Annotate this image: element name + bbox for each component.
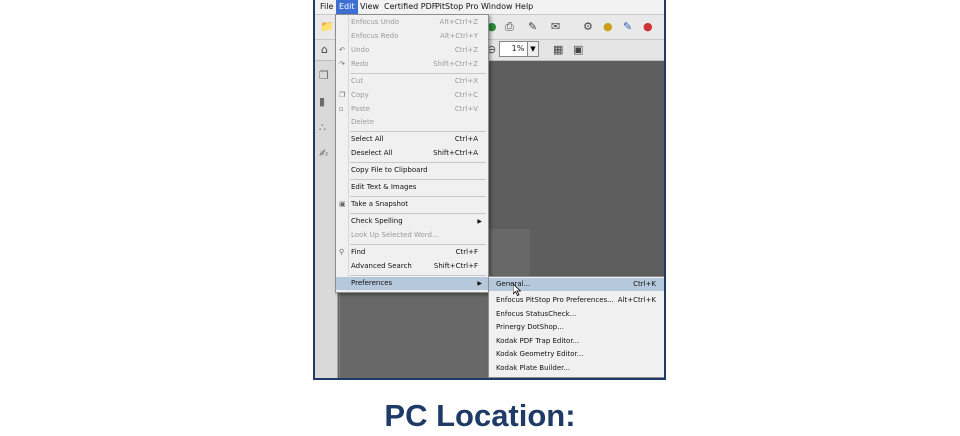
menu-bar: File Edit View Certified PDF PitStop Pro…: [315, 0, 664, 15]
menu-item-find[interactable]: ⚲ Find Ctrl+F: [336, 246, 488, 259]
fit-width-icon[interactable]: ▣: [573, 43, 583, 57]
menu-item-statuscheck[interactable]: Enfocus StatusCheck...: [489, 308, 664, 321]
email-icon[interactable]: ✉: [551, 20, 560, 34]
separator: [350, 162, 486, 163]
menu-item-check-spelling[interactable]: Check Spelling ▶: [336, 215, 488, 228]
menu-item-preferences[interactable]: Preferences ▶: [336, 277, 488, 290]
open-folder-icon[interactable]: 📁: [320, 20, 334, 34]
edit-icon[interactable]: ✎: [528, 20, 537, 34]
bookmark-icon[interactable]: ▮: [319, 95, 325, 108]
menu-item-redo[interactable]: ↷ Redo Shift+Ctrl+Z: [336, 58, 488, 71]
menu-item-edit-text-images[interactable]: Edit Text & Images: [336, 181, 488, 194]
separator: [350, 244, 486, 245]
zoom-dropdown-icon[interactable]: ▼: [527, 41, 539, 57]
menu-item-enfocus-undo[interactable]: Enfocus Undo Alt+Ctrl+Z: [336, 16, 488, 29]
signature-icon[interactable]: ✍: [319, 147, 328, 160]
app-window: File Edit View Certified PDF PitStop Pro…: [313, 0, 666, 380]
camera-icon: ▣: [339, 200, 346, 208]
page-caption: PC Location:: [384, 398, 576, 433]
menu-item-copy[interactable]: ❐ Copy Ctrl+C: [336, 89, 488, 102]
separator: [350, 73, 486, 74]
menu-item-look-up-word[interactable]: Look Up Selected Word...: [336, 229, 488, 242]
menu-item-take-snapshot[interactable]: ▣ Take a Snapshot: [336, 198, 488, 211]
sign-icon[interactable]: ✎: [623, 20, 632, 34]
menu-item-copy-file-to-clipboard[interactable]: Copy File to Clipboard: [336, 164, 488, 177]
paste-icon: ▫: [339, 105, 344, 113]
security-icon[interactable]: ●: [643, 20, 653, 34]
separator: [350, 131, 486, 132]
menu-item-enfocus-redo[interactable]: Enfocus Redo Alt+Ctrl+Y: [336, 30, 488, 43]
submenu-arrow-icon: ▶: [477, 218, 482, 225]
menu-item-undo[interactable]: ↶ Undo Ctrl+Z: [336, 44, 488, 57]
menu-edit[interactable]: Edit: [336, 0, 358, 14]
comment-icon[interactable]: ●: [603, 20, 613, 34]
submenu-arrow-icon: ▶: [477, 280, 482, 287]
separator: [350, 179, 486, 180]
separator: [350, 275, 486, 276]
menu-item-kodak-trap-editor[interactable]: Kodak PDF Trap Editor...: [489, 335, 664, 348]
attachment-icon[interactable]: ∴: [319, 121, 326, 134]
pages-icon[interactable]: ❐: [319, 69, 329, 82]
menu-item-advanced-search[interactable]: Advanced Search Shift+Ctrl+F: [336, 260, 488, 273]
menu-item-cut[interactable]: Cut Ctrl+X: [336, 75, 488, 88]
menu-item-kodak-plate-builder[interactable]: Kodak Plate Builder...: [489, 362, 664, 375]
menu-window[interactable]: Window: [478, 0, 516, 14]
undo-icon: ↶: [339, 46, 345, 54]
menu-help[interactable]: Help: [512, 0, 536, 14]
menu-view[interactable]: View: [357, 0, 382, 14]
fit-page-icon[interactable]: ▦: [553, 43, 563, 57]
menu-item-delete[interactable]: Delete: [336, 116, 488, 129]
print-icon[interactable]: ⎙: [505, 20, 514, 34]
menu-file[interactable]: File: [317, 0, 336, 14]
menu-item-select-all[interactable]: Select All Ctrl+A: [336, 133, 488, 146]
menu-certified-pdf[interactable]: Certified PDF: [381, 0, 439, 14]
menu-item-paste[interactable]: ▫ Paste Ctrl+V: [336, 103, 488, 116]
gear-icon[interactable]: ⚙: [583, 20, 593, 34]
menu-item-kodak-geometry-editor[interactable]: Kodak Geometry Editor...: [489, 348, 664, 361]
separator: [350, 196, 486, 197]
menu-item-deselect-all[interactable]: Deselect All Shift+Ctrl+A: [336, 147, 488, 160]
home-icon[interactable]: ⌂: [321, 43, 328, 57]
separator: [350, 213, 486, 214]
edit-menu: Enfocus Undo Alt+Ctrl+Z Enfocus Redo Alt+C…: [335, 14, 489, 293]
mouse-cursor-icon: [513, 284, 521, 296]
search-icon: ⚲: [339, 248, 345, 256]
copy-icon: ❐: [339, 91, 346, 99]
menu-item-prinergy-dotshop[interactable]: Prinergy DotShop...: [489, 321, 664, 334]
redo-icon: ↷: [339, 60, 345, 68]
menu-pitstop-pro[interactable]: PitStop Pro: [432, 0, 481, 14]
